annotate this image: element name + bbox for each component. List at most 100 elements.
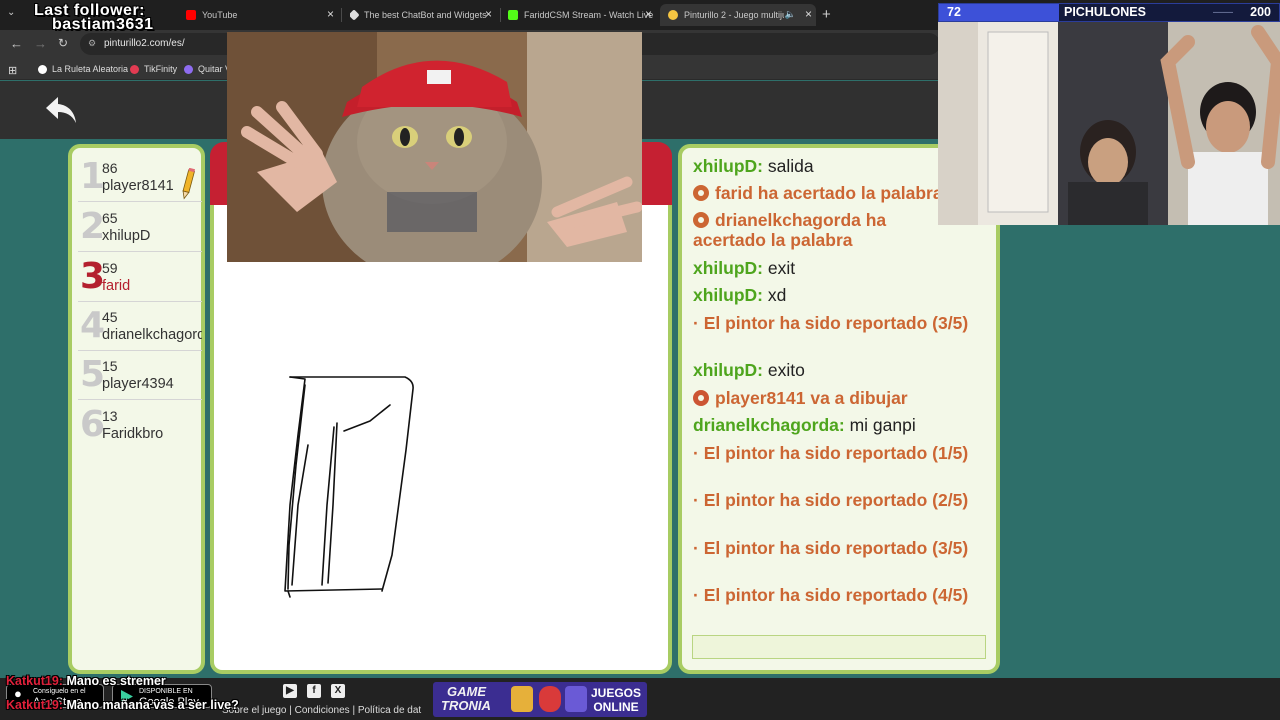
player-score: 86 (102, 160, 118, 176)
chat-text: farid ha acertado la palabra (715, 183, 943, 203)
chat-text: exit (767, 258, 796, 278)
pencil-drawing-icon (182, 168, 195, 200)
overlay-counter: 72 (939, 4, 1059, 21)
tab-label: The best ChatBot and Widgets (364, 10, 487, 20)
tab-search-chevron-icon[interactable]: ⌄ (7, 7, 15, 18)
chat-message: xhilupD: exito (693, 360, 993, 380)
chat-report-message: · El pintor ha sido reportado (1/5) (693, 443, 973, 463)
stream-chat-message: Katkut19: Mano es stremer (6, 674, 166, 688)
team-score-overlay: 72 PICHULONES —— 200 (938, 3, 1280, 22)
overlay-team-name: PICHULONES (1064, 5, 1146, 19)
tab-kick-stream[interactable]: FariddCSM Stream - Watch Live × (508, 4, 656, 26)
reload-icon[interactable]: ↻ (58, 36, 68, 50)
tab-youtube[interactable]: YouTube × (186, 4, 338, 26)
forward-icon[interactable]: → (34, 36, 47, 51)
tab-label: YouTube (202, 10, 238, 20)
chat-text: · El pintor ha sido reportado (3/5) (693, 538, 969, 558)
facebook-social-icon[interactable]: f (307, 684, 321, 698)
url-text[interactable]: pinturillo2.com/es/ (104, 38, 185, 49)
player-row[interactable]: 2 65 xhilupD (78, 204, 202, 252)
player-score: 45 (102, 309, 118, 325)
correct-guess-icon (693, 185, 709, 201)
bookmark-quitar[interactable]: Quitar V (184, 64, 231, 74)
chat-message: drianelkchagorda: mi ganpi (693, 415, 993, 435)
tab-divider (500, 8, 501, 22)
character-icon (511, 686, 533, 712)
new-tab-button[interactable]: + (822, 6, 831, 23)
player-score: 65 (102, 210, 118, 226)
bookmark-favicon-icon (130, 64, 139, 74)
player-score: 15 (102, 358, 118, 374)
close-tab-icon[interactable]: × (485, 7, 492, 21)
back-arrow-icon[interactable] (44, 95, 78, 125)
site-info-icon[interactable]: ⚙ (88, 38, 96, 49)
tab-chatbot[interactable]: The best ChatBot and Widgets × (350, 4, 496, 26)
bookmark-label: TikFinity (144, 64, 178, 74)
chat-text: xd (767, 285, 787, 305)
player-row[interactable]: 5 15 player4394 (78, 352, 202, 400)
gametronia-name-line2: TRONIA (441, 698, 491, 713)
bookmark-ruleta[interactable]: La Ruleta Aleatoria (38, 64, 128, 74)
gametronia-name: GAME TRONIA (441, 685, 491, 713)
close-tab-icon[interactable]: × (327, 7, 334, 21)
chat-text: player8141 va a dibujar (715, 388, 908, 408)
stream-chat-text: Mano mañana vas a ser live? (66, 698, 239, 712)
back-icon[interactable]: ← (10, 36, 23, 51)
chat-username: xhilupD: (693, 360, 763, 380)
chat-username: xhilupD: (693, 258, 763, 278)
chat-text: · El pintor ha sido reportado (3/5) (693, 313, 969, 333)
speaker-icon[interactable]: 🔈 (785, 9, 796, 20)
chat-text: · El pintor ha sido reportado (2/5) (693, 490, 969, 510)
player-name: drianelkchagorda (102, 327, 202, 343)
chat-system-message: player8141 va a dibujar (693, 388, 993, 408)
diamond-favicon-icon (350, 9, 360, 21)
tab-divider (341, 8, 342, 22)
chat-username: drianelkchagorda: (693, 415, 845, 435)
chat-text: salida (767, 156, 814, 176)
tab-label: Pinturillo 2 - Juego multijug (684, 10, 784, 20)
overlay-dash: —— (1213, 7, 1233, 18)
tab-pinturillo[interactable]: Pinturillo 2 - Juego multijug 🔈 × (660, 4, 816, 26)
chat-message: xhilupD: exit (693, 258, 993, 278)
gametronia-name-line1: GAME (447, 684, 486, 699)
chat-text: · El pintor ha sido reportado (1/5) (693, 443, 969, 463)
pencil-favicon-icon (668, 10, 678, 20)
chat-system-message: drianelkchagorda ha acertado la palabra (693, 210, 923, 250)
chat-message: xhilupD: xd (693, 285, 993, 305)
bookmark-tikfinity[interactable]: TikFinity (130, 64, 177, 74)
stream-chat-user: Katkut19: (6, 674, 63, 688)
stream-chat-message: Katkut19: Mano mañana vas a ser live? (6, 698, 239, 712)
overlay-points: 200 (1250, 5, 1271, 19)
stream-chat-user: Katkut19: (6, 698, 63, 712)
player-row[interactable]: 4 45 drianelkchagorda (78, 303, 202, 351)
chat-report-message: · El pintor ha sido reportado (3/5) (693, 313, 973, 333)
player-row[interactable]: 6 13 Faridkbro (78, 402, 202, 450)
player-name: Faridkbro (102, 426, 164, 442)
player-name: farid (102, 278, 131, 294)
chat-report-message: · El pintor ha sido reportado (3/5) (693, 538, 973, 558)
footer-links[interactable]: Sobre el juego | Condiciones | Política … (222, 705, 421, 716)
chat-report-message: · El pintor ha sido reportado (4/5) (693, 585, 973, 605)
chat-username: xhilupD: (693, 156, 763, 176)
x-social-icon[interactable]: X (331, 684, 345, 698)
player-row-current[interactable]: 3 59 farid (78, 254, 202, 302)
gamepad-icon (565, 686, 587, 712)
juegos-line2: ONLINE (593, 700, 639, 714)
youtube-favicon-icon (186, 10, 196, 20)
close-tab-icon[interactable]: × (805, 7, 812, 21)
streamer-webcam (938, 22, 1280, 225)
gametronia-logo[interactable]: GAME TRONIA JUEGOS ONLINE (433, 682, 647, 717)
apps-grid-icon[interactable]: ⊞ (8, 64, 17, 77)
close-tab-icon[interactable]: × (645, 7, 652, 21)
cat-meme-image (227, 32, 642, 262)
chat-report-message: · El pintor ha sido reportado (2/5) (693, 490, 973, 510)
chat-text: exito (767, 360, 805, 380)
player-row[interactable]: 1 86 player8141 (78, 154, 202, 202)
correct-guess-icon (693, 212, 709, 228)
youtube-social-icon[interactable]: ▶ (283, 684, 297, 698)
player-name: player4394 (102, 376, 174, 392)
chat-username: xhilupD: (693, 285, 763, 305)
kick-favicon-icon (508, 10, 518, 20)
chat-input[interactable] (692, 635, 986, 659)
juegos-line1: JUEGOS (591, 686, 642, 700)
